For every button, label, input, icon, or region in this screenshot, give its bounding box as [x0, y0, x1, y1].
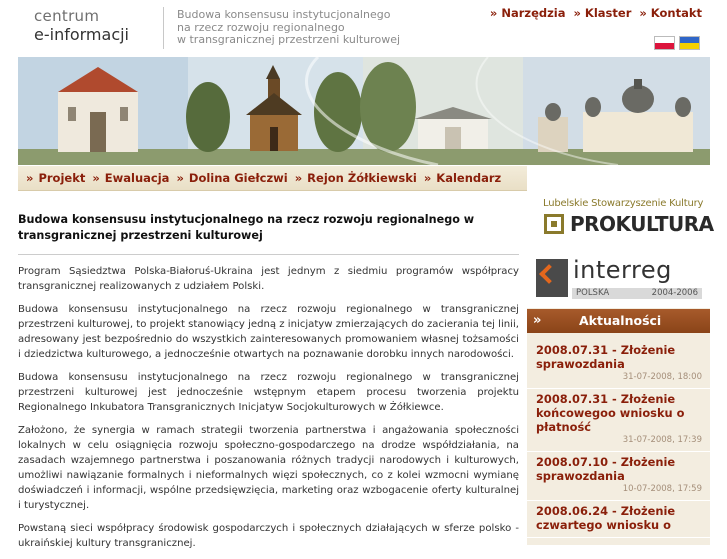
nav-item-dolina-gielczwi[interactable]: » Dolina Giełczwi [176, 171, 287, 185]
top-nav-narzedzia[interactable]: » Narzędzia [490, 6, 566, 20]
news-title: 2008.07.31 - Złożenie końcowegoo wniosku… [536, 392, 685, 434]
news-list: 2008.07.31 - Złożenie sprawozdania 31-07… [527, 340, 710, 538]
chevron-icon: » [423, 171, 432, 185]
news-item[interactable]: 2008.07.10 - Złożenie sprawozdania 10-07… [527, 452, 710, 501]
logo-line-1: centrum [34, 7, 100, 25]
interreg-wordmark: interreg [573, 256, 672, 284]
prokultura-wordmark: PROKULTURA [570, 212, 714, 236]
news-heading-label: Aktualności [579, 313, 662, 328]
interreg-years: 2004-2006 [651, 288, 698, 298]
nav-item-projekt[interactable]: » Projekt [26, 171, 85, 185]
top-nav-klaster[interactable]: » Klaster [574, 6, 632, 20]
interreg-logo[interactable]: interreg POLSKA 2004-2006 [527, 248, 710, 308]
logo-line-2: e-informacji [34, 25, 129, 44]
news-heading: » Aktualności [527, 309, 710, 333]
chevron-icon: » [92, 171, 100, 185]
tagline-line-3: w transgranicznej przestrzeni kulturowej [177, 33, 401, 46]
flag-pl-icon[interactable] [654, 36, 675, 50]
news-date: 10-07-2008, 17:59 [622, 484, 702, 494]
main-content: Budowa konsensusu instytucjonalnego na r… [18, 212, 519, 559]
prokultura-logo[interactable]: Lubelskie Stowarzyszenie Kultury PROKULT… [527, 190, 714, 248]
news-date: 31-07-2008, 17:39 [622, 435, 702, 445]
nav-item-ewaluacja[interactable]: » Ewaluacja [92, 171, 169, 185]
banner-illustration [18, 57, 710, 165]
content-paragraph-5: Powstaną sieci współpracy środowisk gosp… [18, 523, 519, 549]
nav-item-kalendarz[interactable]: » Kalendarz [424, 171, 501, 185]
double-chevron-icon: » [533, 313, 542, 328]
flag-ua-icon[interactable] [679, 36, 700, 50]
sidebar: Lubelskie Stowarzyszenie Kultury PROKULT… [527, 190, 714, 545]
site-logo[interactable]: centrum e-informacji [34, 7, 164, 45]
chevron-icon: » [294, 171, 303, 185]
news-title: 2008.07.31 - Złożenie sprawozdania [536, 343, 676, 371]
interreg-mark-icon [536, 259, 568, 297]
nav-item-label: Ewaluacja [104, 171, 170, 185]
site-tagline: Budowa konsensusu instytucjonalnego na r… [177, 8, 401, 47]
nav-item-rejon-zolkiewski[interactable]: » Rejon Żółkiewski [295, 171, 417, 185]
interreg-country: POLSKA [576, 288, 610, 298]
news-item[interactable]: 2008.06.24 - Złożenie czwartego wniosku … [527, 501, 710, 538]
news-title: 2008.06.24 - Złożenie czwartego wniosku … [536, 504, 676, 532]
content-paragraph-4: Założono, że synergia w ramach strategii… [18, 425, 519, 511]
prokultura-subtitle: Lubelskie Stowarzyszenie Kultury [543, 198, 704, 209]
interreg-caption: POLSKA 2004-2006 [572, 288, 702, 299]
nav-item-label: Dolina Giełczwi [188, 171, 288, 185]
page: centrum e-informacji Budowa konsensusu i… [0, 0, 727, 549]
chevron-icon: » [26, 171, 34, 185]
header-banner-photos [18, 57, 710, 165]
chevron-icon: » [176, 171, 184, 185]
content-paragraph-1: Program Sąsiedztwa Polska-Białoruś-Ukrai… [18, 266, 519, 292]
prokultura-mark-icon [544, 214, 564, 234]
news-title: 2008.07.10 - Złożenie sprawozdania [536, 455, 676, 483]
news-item[interactable]: 2008.07.31 - Złożenie końcowegoo wniosku… [527, 389, 710, 452]
news-date: 31-07-2008, 18:00 [622, 372, 702, 382]
title-divider [18, 254, 519, 255]
nav-item-label: Rejon Żółkiewski [307, 171, 417, 185]
nav-item-label: Projekt [38, 171, 86, 185]
page-title: Budowa konsensusu instytucjonalnego na r… [18, 213, 475, 242]
news-item[interactable]: 2008.07.31 - Złożenie sprawozdania 31-07… [527, 340, 710, 389]
nav-item-label: Kalendarz [436, 171, 502, 185]
main-nav: » Projekt » Ewaluacja » Dolina Giełczwi … [18, 166, 527, 191]
language-flags [654, 36, 700, 50]
content-paragraph-3: Budowa konsensusu instytucjonalnego na r… [18, 372, 519, 413]
top-nav-kontakt[interactable]: » Kontakt [639, 6, 702, 20]
header: centrum e-informacji Budowa konsensusu i… [18, 0, 710, 56]
top-nav: » Narzędzia » Klaster » Kontakt [490, 6, 702, 20]
tagline-line-1: Budowa konsensusu instytucjonalnego [177, 8, 391, 21]
content-paragraph-2: Budowa konsensusu instytucjonalnego na r… [18, 304, 519, 360]
logo-divider [163, 7, 164, 49]
